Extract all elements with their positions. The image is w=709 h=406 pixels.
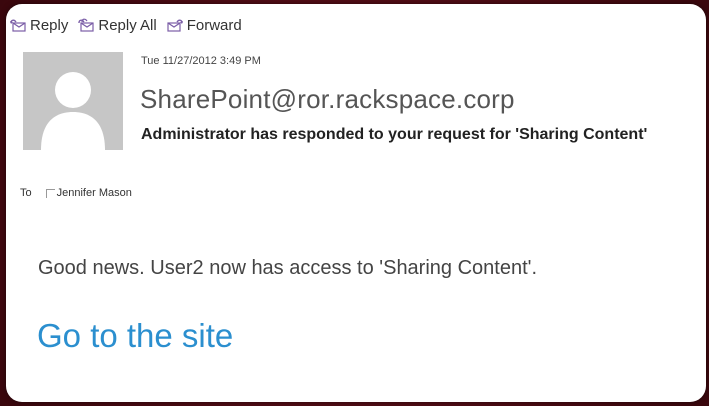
- reply-label: Reply: [30, 16, 69, 34]
- email-reading-pane: Reply Reply All Forward Tue 11/27/2012 3…: [6, 4, 706, 402]
- forward-label: Forward: [186, 16, 242, 34]
- message-date: Tue 11/27/2012 3:49 PM: [141, 55, 261, 67]
- reply-all-icon: [78, 18, 94, 32]
- recipient-name[interactable]: Jennifer Mason: [57, 187, 132, 199]
- person-placeholder-icon: [41, 72, 105, 150]
- recipient-row: To Jennifer Mason: [20, 187, 132, 199]
- sender-avatar: [23, 52, 123, 150]
- reply-button[interactable]: Reply: [10, 17, 68, 34]
- sender-address[interactable]: SharePoint@ror.rackspace.corp: [140, 84, 515, 115]
- message-subject: Administrator has responded to your requ…: [141, 126, 648, 143]
- reply-all-label: Reply All: [98, 16, 157, 34]
- message-toolbar: Reply Reply All Forward: [10, 14, 242, 36]
- to-label: To: [20, 187, 32, 199]
- forward-button[interactable]: Forward: [167, 17, 242, 34]
- forward-icon: [167, 18, 183, 32]
- window-frame: Reply Reply All Forward Tue 11/27/2012 3…: [0, 0, 709, 406]
- reply-icon: [10, 18, 26, 32]
- reply-all-button[interactable]: Reply All: [78, 16, 157, 34]
- go-to-site-link[interactable]: Go to the site: [37, 317, 233, 355]
- recipient-checkbox-icon: [45, 188, 55, 198]
- message-body-text: Good news. User2 now has access to 'Shar…: [38, 257, 538, 279]
